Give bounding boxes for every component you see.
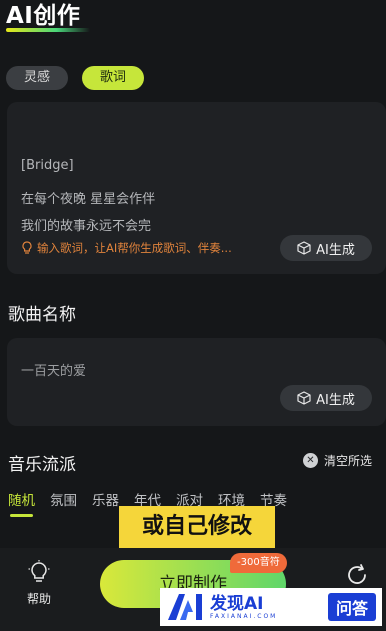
song-name-ai-generate-button[interactable]: AI生成 xyxy=(280,385,372,411)
brand-logo-icon xyxy=(168,594,202,620)
lyrics-ai-generate-button[interactable]: AI生成 xyxy=(280,235,372,261)
help-label: 帮助 xyxy=(26,592,51,606)
page-title: AI创作 xyxy=(6,3,81,29)
close-icon: ✕ xyxy=(302,453,318,468)
song-name-title: 歌曲名称 xyxy=(8,305,76,325)
mode-chip-lyrics[interactable]: 歌词 xyxy=(82,66,145,90)
watermark: 发现AI FAXIANAI.COM 问答 xyxy=(160,588,382,626)
genre-title: 音乐流派 xyxy=(8,455,76,475)
overlay-caption: 或自己修改 xyxy=(119,506,275,548)
song-name-value: 一百天的爱 xyxy=(21,364,87,379)
tab-ambience[interactable]: 氛围 xyxy=(50,489,77,509)
refresh-icon[interactable] xyxy=(344,562,370,588)
lyric-line: 在每个夜晚 星星会作伴 xyxy=(21,192,156,207)
lyric-line: 我们的故事永远不会完 xyxy=(21,219,152,234)
lyric-line: [Bridge] xyxy=(21,158,74,173)
watermark-main-text: 发现AI xyxy=(210,593,264,614)
ai-generate-label: AI生成 xyxy=(316,392,355,408)
ai-generate-label: AI生成 xyxy=(316,242,355,258)
lyrics-editor[interactable]: [Bridge] 在每个夜晚 星星会作伴 我们的故事永远不会完 输入歌词，让AI… xyxy=(7,102,386,274)
lightbulb-icon xyxy=(28,560,50,582)
help-button[interactable]: 帮助 xyxy=(18,560,60,607)
clear-selection-button[interactable]: ✕ 清空所选 xyxy=(302,452,372,469)
song-name-field[interactable]: 一百天的爱 AI生成 xyxy=(7,338,386,426)
clear-selection-label: 清空所选 xyxy=(323,454,372,468)
lyrics-hint: 输入歌词，让AI帮你生成歌词、伴奏... xyxy=(21,240,232,256)
mode-switch: 灵感 歌词 xyxy=(6,66,145,90)
lightbulb-icon xyxy=(22,241,32,254)
page-header: AI创作 xyxy=(6,2,90,36)
mode-chip-inspiration[interactable]: 灵感 xyxy=(6,66,69,90)
cost-badge: -300音符 xyxy=(230,553,287,573)
tab-instrument[interactable]: 乐器 xyxy=(92,489,119,509)
cube-icon xyxy=(297,391,311,405)
cube-icon xyxy=(297,241,311,255)
lyrics-hint-text: 输入歌词，让AI帮你生成歌词、伴奏... xyxy=(37,241,232,255)
tab-random[interactable]: 随机 xyxy=(8,489,35,517)
watermark-box-text: 问答 xyxy=(327,593,376,621)
watermark-sub-text: FAXIANAI.COM xyxy=(210,612,278,620)
